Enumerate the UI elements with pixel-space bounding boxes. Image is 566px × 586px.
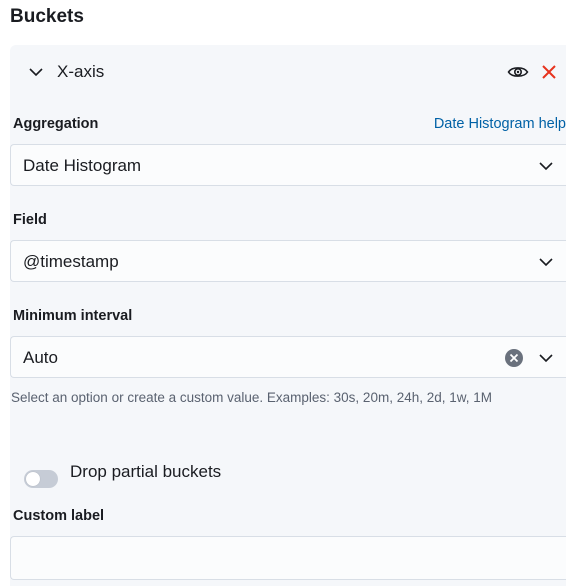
section-title: Buckets: [10, 6, 84, 27]
minimum-interval-helper-text: Select an option or create a custom valu…: [11, 390, 493, 405]
panel-title[interactable]: X-axis: [57, 62, 104, 82]
minimum-interval-combobox[interactable]: Auto: [10, 336, 566, 378]
aggregation-select-value: Date Histogram: [23, 156, 142, 175]
eye-icon[interactable]: [507, 63, 529, 81]
custom-label-input[interactable]: [10, 536, 566, 580]
panel-header: X-axis: [10, 45, 566, 97]
chevron-down-icon[interactable]: [26, 62, 46, 82]
clear-icon[interactable]: [504, 348, 524, 368]
chevron-down-icon: [538, 255, 554, 269]
aggregation-label: Aggregation: [13, 116, 99, 132]
drop-partial-buckets-label[interactable]: Drop partial buckets: [70, 462, 221, 482]
chevron-down-icon: [538, 351, 554, 365]
switch-knob: [26, 472, 40, 486]
aggregation-select[interactable]: Date Histogram: [10, 144, 566, 186]
date-histogram-help-link[interactable]: Date Histogram help: [434, 116, 566, 132]
field-select[interactable]: @timestamp: [10, 240, 566, 282]
field-label: Field: [13, 212, 47, 228]
drop-partial-buckets-switch[interactable]: [24, 470, 58, 488]
close-icon[interactable]: [540, 63, 558, 81]
chevron-down-icon: [538, 159, 554, 173]
minimum-interval-label: Minimum interval: [13, 308, 133, 324]
field-select-value: @timestamp: [23, 252, 119, 271]
minimum-interval-value: Auto: [23, 348, 58, 367]
custom-label-label: Custom label: [13, 508, 105, 524]
